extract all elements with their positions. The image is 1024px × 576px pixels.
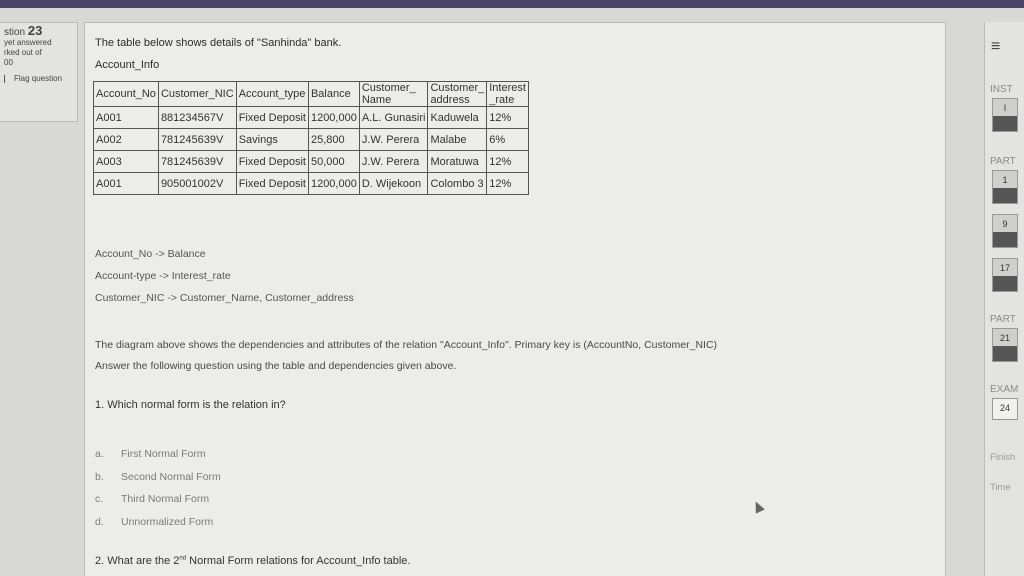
table-cell: A001 [93,106,159,129]
question-2-text: 2. What are the 2nd Normal Form relation… [95,555,411,567]
table-cell: A001 [93,172,159,195]
table-header-cell: Account_No [93,81,159,107]
table-cell: 12% [486,172,529,195]
paragraph-line: The diagram above shows the dependencies… [95,339,718,351]
nav-question-box[interactable]: 1 [992,170,1018,204]
table-cell: Moratuwa [427,150,488,173]
table-cell: 881234567V [157,106,237,129]
table-cell: A002 [93,128,159,151]
option-letter: c. [95,493,104,505]
table-cell: Fixed Deposit [235,106,309,129]
finish-attempt-link[interactable]: Finish [990,452,1015,463]
table-cell: J.W. Perera [358,128,429,151]
table-row: A001 881234567V Fixed Deposit 1200,000 A… [93,106,529,129]
flag-icon [4,75,11,83]
table-cell: Savings [235,128,309,151]
option-text: Unnormalized Form [121,515,214,528]
table-row: A002 781245639V Savings 25,800 J.W. Pere… [93,128,529,151]
table-cell: 50,000 [307,150,360,173]
table-cell: 25,800 [307,128,360,151]
nav-section-label: INST [990,84,1013,95]
table-cell: A003 [93,150,159,173]
option-text: Third Normal Form [121,493,210,505]
table-cell: A.L. Gunasiri [358,106,429,129]
table-cell: Colombo 3 [427,172,488,195]
table-cell: Malabe [427,128,488,151]
dependency-item: Customer_NIC -> Customer_Name, Customer_… [95,292,354,304]
table-cell: D. Wijekoon [358,172,429,195]
table-cell: 12% [486,106,529,129]
nav-question-box[interactable]: 9 [992,214,1018,248]
top-bar [0,0,1024,8]
account-info-table: Account_No Customer_NIC Account_type Bal… [93,81,529,195]
table-cell: 781245639V [157,150,237,173]
question-status: yet answered [4,38,52,47]
table-cell: Fixed Deposit [235,150,309,173]
flag-question-link[interactable]: Flag question [4,74,73,84]
option-letter: b. [95,470,104,483]
table-header-cell: Interest _rate [486,81,529,107]
dependencies-list: Account_No -> Balance Account-type -> In… [95,243,354,309]
mouse-cursor-icon [751,499,765,514]
option-letter: a. [95,448,104,460]
table-header-cell: Account_type [235,81,309,107]
nav-question-box[interactable]: 17 [992,258,1018,292]
question-intro: The table below shows details of "Sanhin… [95,37,342,49]
marked-out-of-label: rked out of [4,48,42,57]
table-cell: 1200,000 [307,106,360,129]
table-cell: Fixed Deposit [235,172,309,195]
nav-section-label: EXAM [990,384,1019,395]
table-cell: Kaduwela [427,106,488,129]
table-header-row: Account_No Customer_NIC Account_type Bal… [93,81,529,107]
table-cell: 781245639V [157,128,237,151]
table-header-cell: Customer_ address [427,81,488,107]
option-text: Second Normal Form [121,470,221,483]
table-header-cell: Customer_ Name [358,81,429,107]
answer-option-b[interactable]: b. Second Normal Form [95,466,221,489]
table-row: A003 781245639V Fixed Deposit 50,000 J.W… [93,150,529,173]
table-cell: 905001002V [157,172,237,195]
nav-question-box[interactable]: I [992,98,1018,132]
question-paragraph: The diagram above shows the dependencies… [95,335,717,377]
answer-option-d[interactable]: d. Unnormalized Form [95,511,221,534]
table-header-cell: Customer_NIC [157,81,237,107]
question-marks: 00 [4,58,13,67]
question-info-panel: stion 23 yet answered rked out of 00 Fla… [0,22,78,122]
answer-option-c[interactable]: c. Third Normal Form [95,488,221,511]
answer-options: a. First Normal Form b. Second Normal Fo… [95,443,221,533]
option-text: First Normal Form [121,448,206,460]
question-content: The table below shows details of "Sanhin… [84,22,946,576]
answer-option-a[interactable]: a. First Normal Form [95,443,221,466]
table-cell: 6% [486,128,529,151]
table-cell: J.W. Perera [358,150,429,173]
table-row: A001 905001002V Fixed Deposit 1200,000 D… [93,172,529,195]
table-cell: 12% [486,150,529,173]
table-header-cell: Balance [307,81,360,107]
nav-section-label: PART [990,156,1016,167]
hamburger-icon[interactable]: ≡ [991,38,1000,56]
dependency-item: Account_No -> Balance [95,248,206,260]
table-name: Account_Info [95,59,160,71]
table-cell: 1200,000 [307,172,360,195]
paragraph-line: Answer the following question using the … [95,360,457,372]
option-letter: d. [95,515,104,528]
dependency-item: Account-type -> Interest_rate [95,270,231,282]
nav-section-label: PART [990,314,1016,325]
quiz-navigation-panel: ≡ INST I PART 1 9 17 PART 21 EXAM 24 Fin… [984,22,1024,576]
time-left-label: Time [990,482,1011,493]
quiz-page: stion 23 yet answered rked out of 00 Fla… [0,0,1024,576]
question-1-text: 1. Which normal form is the relation in? [95,399,286,411]
nav-question-box[interactable]: 21 [992,328,1018,362]
question-number: stion 23 [4,23,43,38]
nav-question-box[interactable]: 24 [992,398,1018,420]
